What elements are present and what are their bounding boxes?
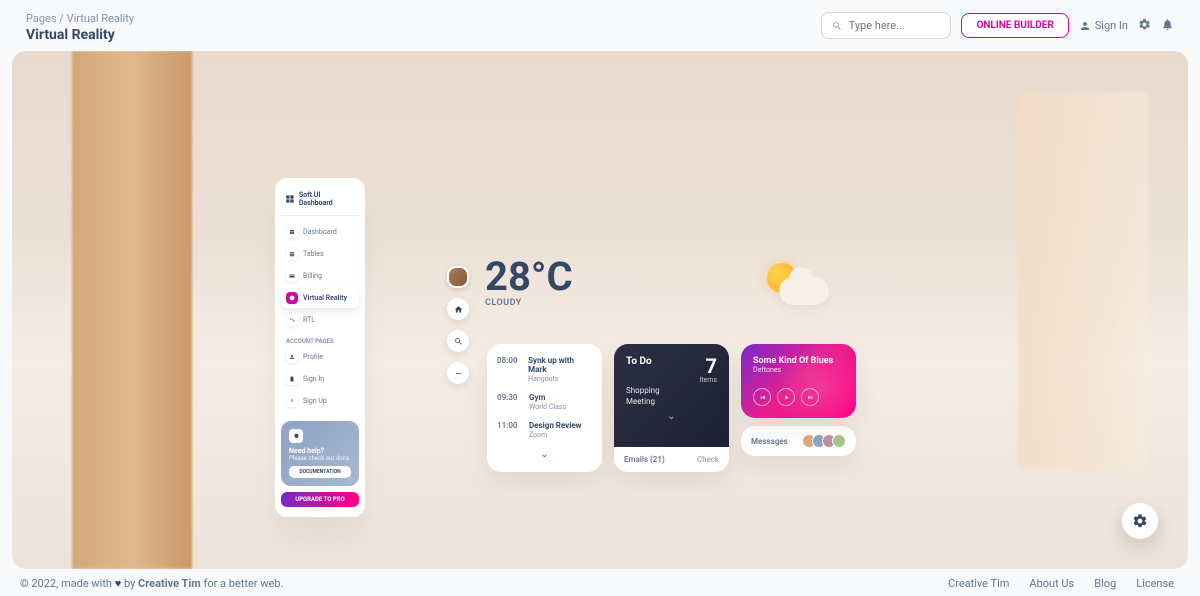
mini-nav [447, 266, 469, 384]
home-button[interactable] [447, 298, 469, 320]
music-card: Some Kind Of Blues Deftones [741, 344, 856, 418]
next-icon [807, 394, 814, 401]
todo-top: To Do 7 Items Shopping Meeting ⌄ [614, 344, 729, 447]
play-button[interactable] [777, 388, 795, 406]
music-artist: Deftones [753, 366, 844, 374]
user-icon [1079, 20, 1091, 32]
emails-label: Emails (21) [624, 455, 665, 464]
search-box[interactable] [821, 12, 951, 39]
sidebar-brand[interactable]: Soft UI Dashboard [281, 188, 359, 216]
calendar-item[interactable]: 11:00Design ReviewZoom [497, 421, 592, 439]
music-title: Some Kind Of Blues [753, 356, 844, 366]
todo-count: 7 [706, 354, 717, 378]
help-title: Need help? [289, 447, 351, 455]
help-sub: Please check our docs [289, 455, 351, 462]
search-icon [832, 20, 842, 32]
breadcrumb-area: Pages / Virtual Reality Virtual Reality [26, 12, 134, 43]
sidebar: Soft UI Dashboard Dashboard Tables Billi… [275, 178, 365, 517]
online-builder-button[interactable]: ONLINE BUILDER [961, 13, 1068, 38]
footer-links: Creative Tim About Us Blog License [948, 577, 1174, 590]
next-button[interactable] [801, 388, 819, 406]
table-icon [289, 251, 295, 257]
configurator-button[interactable] [1122, 503, 1158, 539]
page-title: Virtual Reality [26, 27, 134, 43]
prev-button[interactable] [753, 388, 771, 406]
todo-title: To Do [626, 356, 717, 367]
cloud-icon [779, 277, 829, 305]
upgrade-button[interactable]: UPGRADE TO PRO [281, 492, 359, 507]
todo-item: Meeting [626, 396, 717, 407]
avatar-group [806, 434, 846, 448]
search-input[interactable] [849, 19, 941, 32]
credit-card-icon [289, 273, 295, 279]
breadcrumb-current: Virtual Reality [67, 12, 134, 25]
cards-row: 08:00Synk up with MarkHangouts 09:30GymW… [487, 344, 856, 472]
sidebar-section-account: ACCOUNT PAGES [281, 332, 359, 347]
messages-label: Messages [751, 437, 788, 446]
chevron-down-icon[interactable]: ⌄ [497, 449, 592, 460]
rocket-icon [289, 398, 295, 404]
emails-bar[interactable]: Emails (21) Check [614, 447, 729, 472]
play-icon [783, 394, 790, 401]
user-icon [289, 354, 295, 360]
minimize-button[interactable] [447, 362, 469, 384]
gear-icon [1132, 513, 1148, 529]
todo-card: To Do 7 Items Shopping Meeting ⌄ Emails … [614, 344, 729, 472]
document-icon [289, 376, 295, 382]
breadcrumb-root[interactable]: Pages [26, 12, 57, 25]
sidebar-item-billing[interactable]: Billing [281, 266, 359, 286]
footer-copyright: © 2022, made with ♥ by Creative Tim for … [20, 577, 283, 590]
weather-icon [767, 263, 797, 293]
footer-author[interactable]: Creative Tim [138, 577, 201, 590]
bell-icon[interactable] [1161, 16, 1174, 35]
calendar-item[interactable]: 08:00Synk up with MarkHangouts [497, 356, 592, 383]
vr-scene: Soft UI Dashboard Dashboard Tables Billi… [12, 51, 1188, 569]
calendar-card: 08:00Synk up with MarkHangouts 09:30GymW… [487, 344, 602, 472]
topbar: Pages / Virtual Reality Virtual Reality … [0, 0, 1200, 51]
todo-item: Shopping [626, 385, 717, 396]
sidebar-item-rtl[interactable]: RTL [281, 310, 359, 330]
todo-list: Shopping Meeting [626, 385, 717, 407]
calendar-item[interactable]: 09:30GymWorld Class [497, 393, 592, 411]
prev-icon [759, 394, 766, 401]
minus-icon [454, 369, 463, 378]
music-controls [753, 388, 844, 406]
music-column: Some Kind Of Blues Deftones Messages [741, 344, 856, 472]
sidebar-item-signin[interactable]: Sign In [281, 369, 359, 389]
messages-card[interactable]: Messages [741, 426, 856, 456]
weather-temp: 28°C [485, 253, 573, 300]
search-button[interactable] [447, 330, 469, 352]
settings-icon[interactable] [1138, 16, 1151, 35]
weather-widget: 28°C CLOUDY [485, 253, 573, 308]
avatar[interactable] [447, 266, 469, 288]
documentation-button[interactable]: DOCUMENTATION [289, 466, 351, 478]
todo-items-label: Items [699, 376, 717, 384]
cube-icon [289, 295, 295, 301]
sidebar-item-signup[interactable]: Sign Up [281, 391, 359, 411]
top-right: ONLINE BUILDER Sign In [821, 12, 1174, 39]
avatar [832, 434, 846, 448]
sidebar-item-virtual-reality[interactable]: Virtual Reality [281, 288, 359, 308]
signin-link[interactable]: Sign In [1079, 19, 1128, 32]
brand-icon [285, 194, 295, 204]
home-icon [454, 305, 463, 314]
breadcrumb: Pages / Virtual Reality [26, 12, 134, 25]
check-link[interactable]: Check [697, 455, 719, 464]
footer-link[interactable]: Creative Tim [948, 577, 1009, 590]
search-icon [454, 337, 463, 346]
sidebar-item-dashboard[interactable]: Dashboard [281, 222, 359, 242]
sidebar-item-tables[interactable]: Tables [281, 244, 359, 264]
footer-link[interactable]: Blog [1094, 577, 1116, 590]
lightbulb-icon [289, 429, 303, 443]
help-card: Need help? Please check our docs DOCUMEN… [281, 421, 359, 486]
chevron-down-icon[interactable]: ⌄ [626, 411, 717, 422]
tool-icon [289, 317, 295, 323]
footer-link[interactable]: License [1136, 577, 1174, 590]
sidebar-item-profile[interactable]: Profile [281, 347, 359, 367]
shop-icon [289, 229, 295, 235]
footer-link[interactable]: About Us [1029, 577, 1074, 590]
